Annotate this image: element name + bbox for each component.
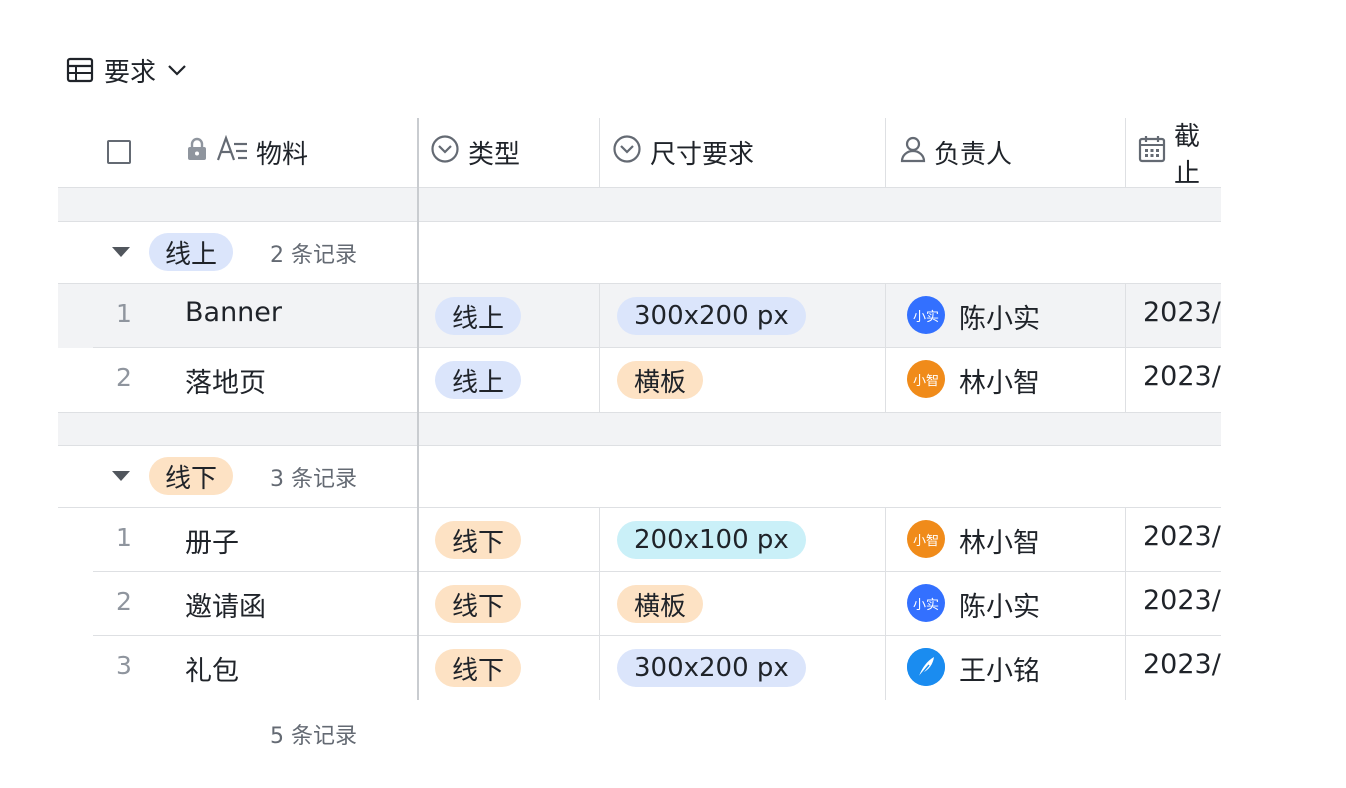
deadline-cell[interactable]: 2023/ bbox=[1143, 297, 1221, 328]
column-header-size[interactable]: 尺寸要求 bbox=[612, 118, 754, 187]
group-spacer bbox=[58, 188, 1221, 222]
group-record-count: 3 条记录 bbox=[270, 467, 357, 492]
table-row[interactable]: 3 礼包 线下 300x200 px 王小铭 2023/ bbox=[58, 636, 1221, 700]
row-number: 2 bbox=[116, 363, 132, 392]
owner-cell[interactable]: 林小智 bbox=[959, 361, 1040, 400]
column-header-material[interactable]: 物料 bbox=[186, 118, 308, 187]
lock-icon bbox=[186, 137, 208, 168]
single-select-icon bbox=[430, 134, 460, 171]
avatar: 小实 bbox=[907, 296, 945, 334]
table-row[interactable]: 1 册子 线下 200x100 px 小智 林小智 2023/ bbox=[58, 508, 1221, 572]
table-row[interactable]: 2 邀请函 线下 横板 小实 陈小实 2023/ bbox=[58, 572, 1221, 636]
material-cell[interactable]: 邀请函 bbox=[185, 585, 266, 624]
select-all-checkbox[interactable] bbox=[107, 140, 131, 164]
deadline-cell[interactable]: 2023/ bbox=[1143, 361, 1221, 392]
calendar-icon bbox=[1138, 135, 1166, 170]
size-tag[interactable]: 横板 bbox=[617, 585, 704, 623]
frozen-column-divider[interactable] bbox=[417, 118, 419, 700]
row-number: 1 bbox=[116, 523, 132, 552]
type-tag[interactable]: 线下 bbox=[435, 649, 522, 687]
row-number: 3 bbox=[116, 651, 132, 680]
size-tag[interactable]: 横板 bbox=[617, 361, 704, 399]
group-record-count: 2 条记录 bbox=[270, 243, 357, 268]
group-label: 线上 bbox=[149, 233, 234, 271]
column-label-type: 类型 bbox=[468, 140, 521, 170]
feather-avatar-icon bbox=[907, 648, 945, 686]
deadline-cell[interactable]: 2023/ bbox=[1143, 649, 1221, 680]
group-spacer bbox=[58, 412, 1221, 446]
table-row[interactable]: 1 Banner 线上 300x200 px 小实 陈小实 2023/ bbox=[58, 284, 1221, 348]
table-row[interactable]: 2 落地页 线上 横板 小智 林小智 2023/ bbox=[58, 348, 1221, 412]
deadline-cell[interactable]: 2023/ bbox=[1143, 585, 1221, 616]
chevron-down-icon[interactable] bbox=[166, 59, 188, 81]
grid-header: 物料 类型 尺寸要求 负责人 截止 bbox=[58, 118, 1221, 189]
avatar: 小智 bbox=[907, 520, 945, 558]
column-header-owner[interactable]: 负责人 bbox=[900, 118, 1012, 187]
column-label-material: 物料 bbox=[256, 140, 309, 170]
group-header-offline[interactable]: 线下 3 条记录 bbox=[58, 446, 1221, 508]
material-cell[interactable]: 礼包 bbox=[185, 649, 239, 688]
size-tag[interactable]: 200x100 px bbox=[617, 521, 806, 559]
group-label: 线下 bbox=[149, 457, 234, 495]
column-header-type[interactable]: 类型 bbox=[430, 118, 520, 187]
size-tag[interactable]: 300x200 px bbox=[617, 649, 806, 687]
view-selector[interactable]: 要求 bbox=[66, 52, 188, 88]
material-cell[interactable]: 落地页 bbox=[185, 361, 266, 400]
column-label-size: 尺寸要求 bbox=[650, 140, 755, 170]
view-title: 要求 bbox=[104, 57, 157, 88]
material-cell[interactable]: 册子 bbox=[185, 521, 239, 560]
collapse-caret-icon[interactable] bbox=[112, 247, 130, 257]
size-tag[interactable]: 300x200 px bbox=[617, 297, 806, 335]
type-tag[interactable]: 线上 bbox=[435, 297, 522, 335]
owner-cell[interactable]: 王小铭 bbox=[959, 649, 1040, 688]
avatar: 小智 bbox=[907, 360, 945, 398]
row-number: 2 bbox=[116, 587, 132, 616]
data-grid: 物料 类型 尺寸要求 负责人 截止 线上 2 条记录 1 Banner 线上 3… bbox=[58, 118, 1221, 702]
type-tag[interactable]: 线下 bbox=[435, 521, 522, 559]
total-record-count: 5 条记录 bbox=[270, 724, 357, 749]
group-header-online[interactable]: 线上 2 条记录 bbox=[58, 222, 1221, 284]
column-header-deadline[interactable]: 截止 bbox=[1138, 118, 1221, 189]
column-label-owner: 负责人 bbox=[934, 140, 1013, 170]
person-icon bbox=[900, 135, 926, 170]
type-tag[interactable]: 线上 bbox=[435, 361, 522, 399]
collapse-caret-icon[interactable] bbox=[112, 471, 130, 481]
owner-cell[interactable]: 林小智 bbox=[959, 521, 1040, 560]
owner-cell[interactable]: 陈小实 bbox=[959, 585, 1040, 624]
type-tag[interactable]: 线下 bbox=[435, 585, 522, 623]
material-cell[interactable]: Banner bbox=[185, 297, 282, 328]
avatar: 小实 bbox=[907, 584, 945, 622]
table-icon bbox=[66, 56, 94, 84]
row-number: 1 bbox=[116, 299, 132, 328]
single-select-icon bbox=[612, 134, 642, 171]
text-field-icon bbox=[216, 134, 248, 170]
column-label-deadline: 截止 bbox=[1174, 121, 1201, 189]
deadline-cell[interactable]: 2023/ bbox=[1143, 521, 1221, 552]
owner-cell[interactable]: 陈小实 bbox=[959, 297, 1040, 336]
